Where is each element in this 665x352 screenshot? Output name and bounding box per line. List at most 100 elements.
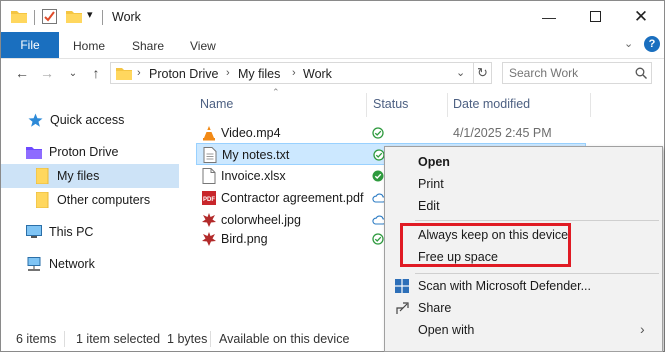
column-header-date-modified[interactable]: Date modified	[453, 97, 530, 111]
status-divider	[210, 331, 211, 347]
menu-item-share[interactable]: Share	[385, 297, 663, 319]
address-dropdown-icon[interactable]: ⌄	[456, 66, 465, 79]
sidebar-item-label: Proton Drive	[49, 145, 119, 159]
help-icon[interactable]: ?	[644, 36, 660, 52]
column-divider[interactable]	[590, 93, 591, 117]
status-selection: 1 item selected 1 bytes	[76, 332, 208, 346]
address-bar[interactable]: › Proton Drive › My files › Work ⌄ ↻	[110, 62, 492, 84]
sidebar-item-label: This PC	[49, 225, 94, 239]
search-icon	[635, 67, 647, 79]
sidebar-item-label: My files	[57, 169, 100, 183]
sidebar-item-this-pc[interactable]: This PC	[1, 220, 179, 244]
breadcrumb-chevron-icon[interactable]: ›	[137, 67, 141, 79]
breadcrumb-work[interactable]: Work	[303, 67, 332, 81]
close-button[interactable]: ✕	[618, 1, 664, 32]
file-name: Bird.png	[221, 232, 268, 246]
refresh-icon[interactable]: ↻	[477, 65, 488, 81]
back-button[interactable]: ←	[11, 62, 33, 84]
breadcrumb-my-files[interactable]: My files	[238, 67, 280, 81]
properties-checkbox-icon[interactable]	[42, 9, 57, 24]
submenu-chevron-icon: ›	[640, 321, 645, 337]
menu-item-label: Scan with Microsoft Defender...	[418, 279, 591, 293]
search-input[interactable]	[509, 66, 627, 80]
tab-file[interactable]: File	[1, 32, 59, 58]
address-divider	[473, 63, 474, 83]
ribbon: File Home Share View ⌄ ?	[1, 32, 664, 59]
menu-item-open[interactable]: Open	[385, 151, 663, 173]
maximize-button[interactable]	[572, 1, 618, 32]
sidebar-item-my-files[interactable]: My files	[1, 164, 179, 188]
menu-separator	[415, 273, 659, 274]
breadcrumb-chevron-icon[interactable]: ›	[292, 67, 296, 79]
search-box[interactable]	[502, 62, 652, 84]
image-icon	[202, 213, 216, 227]
text-file-icon	[203, 147, 217, 163]
new-folder-icon[interactable]	[66, 9, 82, 23]
customize-toolbar-icon[interactable]: ▾	[87, 8, 93, 21]
menu-item-print[interactable]: Print	[385, 173, 663, 195]
column-divider[interactable]	[447, 93, 448, 117]
menu-item-label: Open	[418, 155, 450, 169]
sidebar-item-proton-drive[interactable]: Proton Drive	[1, 140, 179, 164]
pc-icon	[26, 225, 42, 238]
column-header-name[interactable]: Name	[200, 97, 233, 111]
proton-drive-icon	[26, 147, 42, 159]
column-header-status[interactable]: Status	[373, 97, 408, 111]
menu-item-label: Share	[418, 301, 452, 315]
pdf-icon: PDF	[202, 191, 216, 205]
sidebar-item-quick-access[interactable]: Quick access	[1, 108, 179, 132]
breadcrumb-proton-drive[interactable]: Proton Drive	[149, 67, 218, 81]
network-icon	[27, 257, 41, 271]
image-icon	[202, 232, 216, 246]
folder-icon	[36, 192, 49, 208]
menu-item-open-with[interactable]: Open with ›	[385, 319, 663, 341]
menu-item-scan-defender[interactable]: Scan with Microsoft Defender...	[385, 275, 663, 297]
file-icon	[202, 168, 216, 184]
sidebar-item-network[interactable]: Network	[1, 252, 179, 276]
column-divider[interactable]	[366, 93, 367, 117]
share-icon	[396, 302, 409, 314]
title-bar: ▾ Work — ✕	[1, 1, 664, 32]
synced-check-icon	[372, 127, 384, 139]
file-name: Invoice.xlsx	[221, 169, 286, 183]
file-date: 4/1/2025 2:45 PM	[453, 126, 552, 140]
status-availability: Available on this device	[219, 332, 350, 346]
file-name: colorwheel.jpg	[221, 213, 301, 227]
sidebar-item-label: Other computers	[57, 193, 151, 207]
menu-item-label: Open with	[418, 323, 475, 337]
forward-button[interactable]: →	[36, 62, 58, 84]
tab-home[interactable]: Home	[73, 39, 105, 53]
menu-item-label: Edit	[418, 199, 440, 213]
sidebar-item-other-computers[interactable]: Other computers	[1, 188, 179, 212]
expand-ribbon-icon[interactable]: ⌄	[624, 37, 633, 50]
star-icon	[28, 113, 43, 127]
breadcrumb-chevron-icon[interactable]: ›	[226, 67, 230, 79]
recent-locations-icon[interactable]: ⌄	[62, 62, 84, 84]
title-separator	[102, 10, 103, 25]
file-name: Contractor agreement.pdf	[221, 191, 364, 205]
tab-view[interactable]: View	[190, 39, 216, 53]
file-row[interactable]: Video.mp4 4/1/2025 2:45 PM	[196, 122, 586, 144]
sidebar-item-label: Quick access	[50, 113, 125, 127]
folder-icon	[116, 68, 132, 80]
synced-check-icon	[372, 233, 384, 245]
available-offline-icon	[372, 170, 384, 182]
folder-icon	[36, 168, 49, 184]
context-menu: Open Print Edit Always keep on this devi…	[384, 146, 663, 352]
up-button[interactable]: ↑	[85, 62, 107, 84]
sort-indicator-icon: ⌃	[272, 87, 280, 97]
highlight-box	[400, 223, 571, 267]
tab-share[interactable]: Share	[132, 39, 164, 53]
window-title: Work	[112, 10, 141, 24]
menu-separator	[415, 220, 659, 221]
file-name: My notes.txt	[222, 148, 290, 162]
svg-text:PDF: PDF	[203, 197, 215, 203]
sidebar-item-label: Network	[49, 257, 95, 271]
vlc-icon	[203, 126, 215, 141]
file-name: Video.mp4	[221, 126, 281, 140]
status-item-count: 6 items	[16, 332, 57, 346]
menu-item-edit[interactable]: Edit	[385, 195, 663, 217]
minimize-button[interactable]: —	[526, 1, 572, 32]
defender-shield-icon	[395, 279, 409, 293]
menu-item-label: Print	[418, 177, 444, 191]
